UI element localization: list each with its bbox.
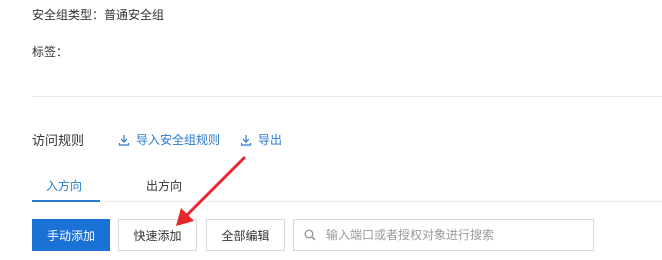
quick-add-button[interactable]: 快速添加 (118, 219, 197, 251)
manual-add-button[interactable]: 手动添加 (32, 219, 110, 251)
import-rules-link[interactable]: 导入安全组规则 (118, 131, 220, 148)
tab-outbound[interactable]: 出方向 (146, 177, 182, 194)
tab-inbound[interactable]: 入方向 (46, 177, 82, 194)
edit-all-button[interactable]: 全部编辑 (206, 219, 285, 251)
import-icon (118, 134, 130, 146)
export-label: 导出 (258, 133, 283, 147)
export-link[interactable]: 导出 (240, 131, 282, 148)
active-tab-indicator (32, 200, 100, 202)
security-group-type-value: 普通安全组 (104, 8, 165, 22)
import-rules-label: 导入安全组规则 (136, 133, 221, 147)
security-group-type: 安全组类型：普通安全组 (32, 6, 164, 23)
tags-label: 标签： (32, 45, 69, 59)
search-input[interactable] (324, 227, 578, 243)
export-icon (240, 134, 252, 146)
search-box (293, 219, 594, 251)
search-icon (304, 229, 316, 241)
section-divider (32, 96, 662, 97)
access-rules-title: 访问规则 (32, 134, 85, 149)
security-group-type-label: 安全组类型： (32, 8, 105, 22)
tabs-baseline (32, 201, 662, 202)
